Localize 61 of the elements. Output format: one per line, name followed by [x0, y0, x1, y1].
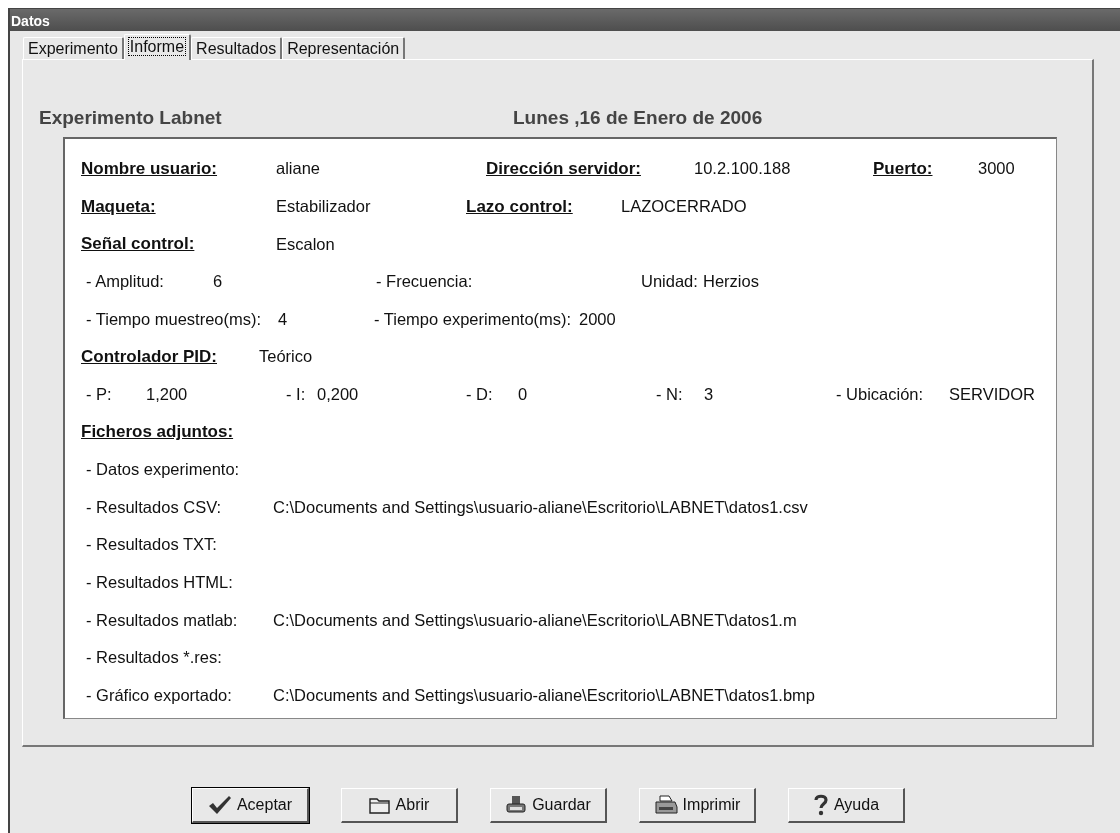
field-value: 0,200 [317, 384, 360, 405]
field-label: - Resultados TXT: [86, 534, 217, 556]
field-value: 4 [278, 308, 289, 330]
dialog-button[interactable]: Abrir [341, 788, 458, 823]
field-label: Puerto: [873, 158, 934, 181]
tab[interactable]: Experimento [23, 37, 124, 59]
field-label: - I: [286, 384, 307, 405]
field-label: Lazo control: [466, 195, 574, 218]
field-value: SERVIDOR [949, 384, 1035, 405]
field-label: - Tiempo muestreo(ms): [86, 308, 263, 330]
field-value: Herzios [703, 271, 759, 293]
field-label: Unidad: [641, 271, 699, 293]
field-value: Escalon [276, 233, 335, 255]
field-label: - D: [466, 384, 494, 405]
field-label: - Tiempo experimento(ms): [374, 308, 573, 330]
field-value: 3000 [978, 158, 1015, 180]
field-label: - P: [86, 384, 113, 405]
field-label: - Resultados CSV: [86, 496, 223, 518]
field-label: Controlador PID: [81, 346, 218, 368]
field-value: 1,200 [146, 384, 189, 405]
field-value: C:\Documents and Settings\usuario-aliane\Escritorio\LABNET\datos1.m [273, 609, 797, 631]
field-value: 0 [518, 384, 529, 405]
field-value: Estabilizador [276, 196, 372, 217]
dialog-button[interactable]: Guardar [490, 788, 607, 823]
field-label: - N: [656, 384, 684, 405]
field-label: Maqueta: [81, 195, 157, 218]
dialog-button[interactable]: Imprimir [639, 788, 756, 823]
field-value: LAZOCERRADO [621, 196, 747, 217]
help-icon [812, 794, 829, 816]
tab[interactable]: Informe [123, 34, 192, 60]
field-label: - Resultados matlab: [86, 609, 239, 631]
report-title: Experimento Labnet [39, 105, 223, 130]
field-value: 2000 [579, 308, 616, 330]
field-label: Nombre usuario: [81, 158, 219, 181]
report-date: Lunes ,16 de Enero de 2006 [513, 105, 763, 130]
field-value: C:\Documents and Settings\usuario-aliane\Escritorio\LABNET\datos1.csv [273, 496, 808, 518]
dialog-button[interactable]: Ayuda [788, 788, 905, 823]
field-value: 3 [704, 384, 715, 405]
field-label: Dirección servidor: [486, 158, 642, 181]
field-value: Teórico [259, 346, 313, 368]
folder-icon [368, 796, 391, 814]
field-value: 10.2.100.188 [694, 158, 792, 180]
machine-icon [505, 795, 528, 815]
field-value: aliane [276, 158, 322, 180]
field-label: - Ubicación: [836, 384, 925, 405]
window-title: Datos [10, 9, 1120, 31]
field-label: - Datos experimento: [86, 459, 240, 481]
dialog-button[interactable]: Aceptar [192, 788, 309, 823]
tab[interactable]: Resultados [191, 37, 283, 59]
field-label: Ficheros adjuntos: [81, 421, 234, 444]
tab[interactable]: Representación [282, 37, 406, 59]
field-label: Señal control: [81, 233, 196, 256]
field-label: - Amplitud: [86, 271, 165, 293]
field-value: C:\Documents and Settings\usuario-aliane\Escritorio\LABNET\datos1.bmp [273, 684, 815, 706]
field-label: - Resultados HTML: [86, 571, 233, 593]
checkmark-icon [207, 795, 232, 815]
field-label: - Gráfico exportado: [86, 684, 233, 706]
field-label: - Frecuencia: [376, 271, 474, 293]
field-label: - Resultados *.res: [86, 647, 222, 669]
printer-icon [653, 795, 678, 815]
field-value: 6 [213, 271, 224, 293]
